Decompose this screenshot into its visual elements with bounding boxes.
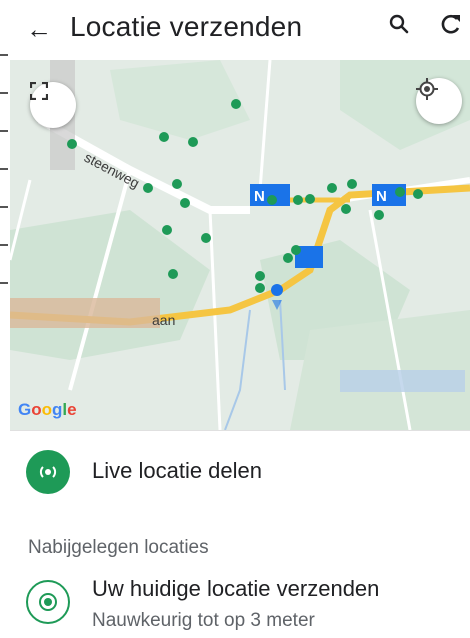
live-location-row[interactable]: Live locatie delen	[0, 432, 470, 510]
live-location-label: Live locatie delen	[92, 458, 263, 483]
page-title: Locatie verzenden	[70, 11, 303, 42]
search-icon[interactable]	[388, 13, 410, 41]
app-bar: ← Locatie verzenden	[0, 0, 470, 60]
refresh-icon[interactable]	[440, 12, 462, 43]
svg-text:N: N	[254, 188, 265, 205]
map-canvas: N N	[10, 60, 470, 430]
google-logo: Google	[18, 400, 77, 419]
send-current-location-row[interactable]: Uw huidige locatie verzenden Nauwkeurig …	[0, 570, 470, 638]
my-location-button[interactable]	[416, 78, 462, 124]
road-label-aan: aan	[152, 312, 176, 328]
nearby-locations-heading: Nabijgelegen locaties	[28, 537, 209, 558]
left-edge-strip	[0, 0, 10, 638]
map-view[interactable]: N N steenweg aan Google	[10, 60, 470, 430]
fullscreen-button[interactable]	[30, 82, 76, 128]
accuracy-text: Nauwkeurig tot op 3 meter	[92, 610, 315, 631]
svg-text:N: N	[376, 188, 387, 205]
location-target-icon	[26, 580, 70, 624]
send-current-location-label: Uw huidige locatie verzenden	[92, 576, 380, 601]
back-arrow-icon[interactable]: ←	[26, 14, 52, 45]
live-location-icon	[26, 450, 70, 494]
map-divider	[10, 430, 470, 431]
